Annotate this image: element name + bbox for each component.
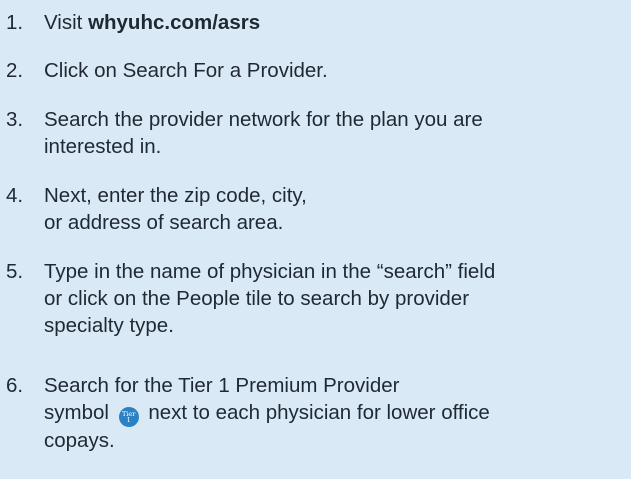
step-number: 1. — [6, 11, 24, 34]
tier-1-premium-provider-icon: Tier 1 — [118, 406, 139, 427]
step-text-line: specialty type. — [44, 314, 174, 337]
step-text-line: Type in the name of physician in the “se… — [44, 260, 496, 283]
step-text-line: copays. — [44, 428, 115, 452]
step-1: 1. Visit whyuhc.com/asrs — [6, 9, 631, 36]
step-number: 5. — [6, 260, 24, 283]
step-text-line: Search the provider network for the plan… — [44, 108, 483, 131]
step-text-line: Next, enter the zip code, city, — [44, 184, 307, 207]
step-text-line: Search for the Tier 1 Premium Provider — [44, 374, 400, 397]
step-4: 4. Next, enter the zip code, city, or ad… — [6, 182, 631, 236]
step-text-fragment: next to each physician for lower office — [148, 401, 490, 424]
step-text-line: or click on the People tile to search by… — [44, 287, 470, 310]
tier-badge-bottom-text: 1 — [126, 416, 131, 424]
step-text: Visit — [44, 11, 89, 34]
step-text-line: or address of search area. — [44, 211, 284, 234]
step-text-fragment: symbol — [44, 401, 109, 424]
step-text-line: interested in. — [44, 135, 162, 158]
instructions-panel: 1. Visit whyuhc.com/asrs 2. Click on Sea… — [0, 0, 631, 479]
step-6: 6. Search for the Tier 1 Premium Provide… — [6, 372, 631, 454]
step-number: 6. — [6, 374, 24, 397]
step-2: 2. Click on Search For a Provider. — [6, 57, 631, 84]
step-number: 2. — [6, 59, 24, 82]
step-number: 3. — [6, 108, 24, 131]
step-5: 5. Type in the name of physician in the … — [6, 258, 631, 339]
step-number: 4. — [6, 184, 24, 207]
website-link[interactable]: whyuhc.com/asrs — [88, 11, 260, 34]
step-3: 3. Search the provider network for the p… — [6, 106, 631, 160]
step-text: Click on Search For a Provider. — [44, 59, 328, 82]
